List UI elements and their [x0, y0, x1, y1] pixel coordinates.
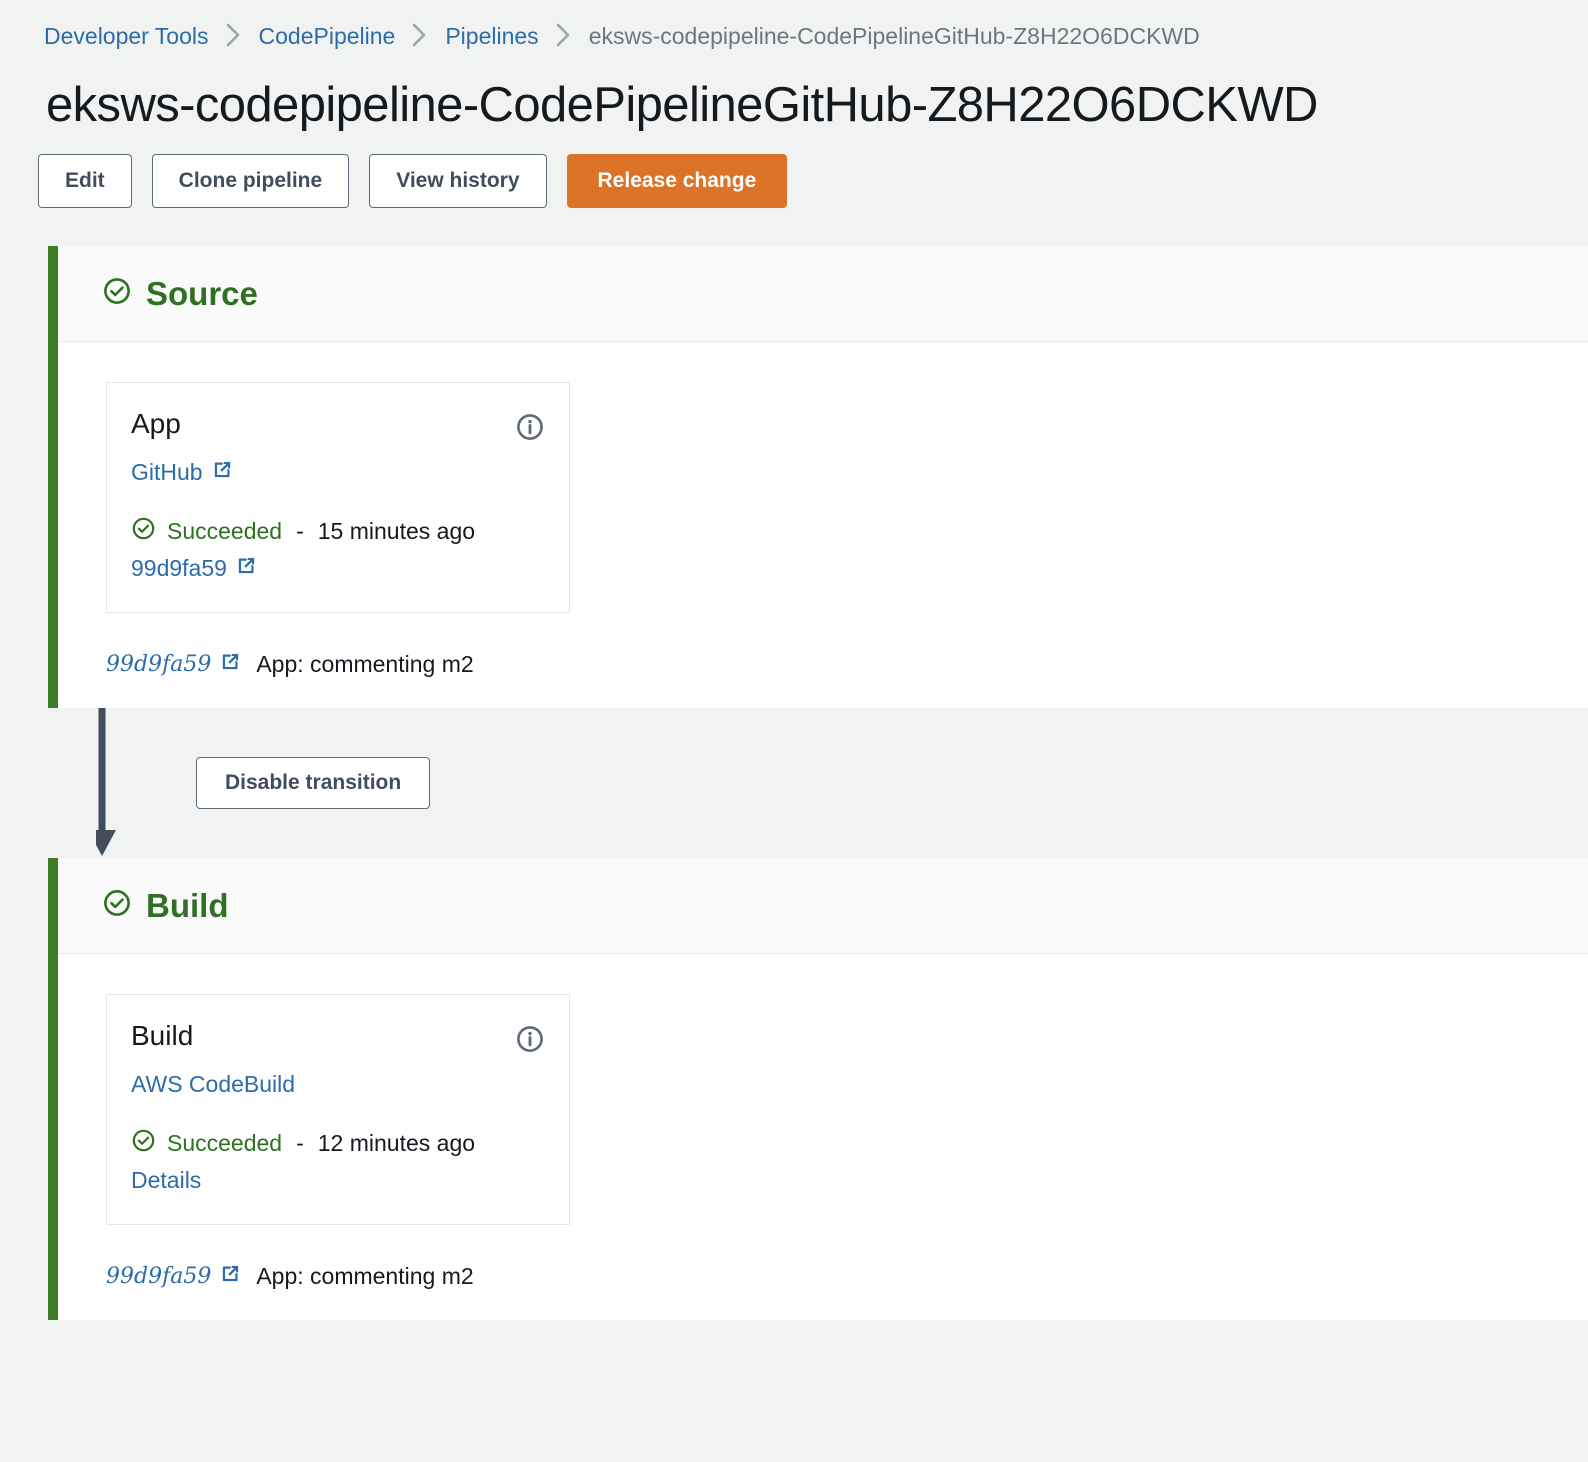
disable-transition-button[interactable]: Disable transition: [196, 756, 431, 809]
revision-message: App: commenting m2: [256, 650, 474, 677]
stage-source-header: Source: [58, 245, 1588, 342]
stage-build-title: Build: [146, 886, 229, 924]
action-status-time: 12 minutes ago: [317, 1129, 476, 1156]
external-link-icon: [220, 651, 241, 678]
action-card-header: App: [131, 407, 545, 447]
info-icon[interactable]: [515, 1024, 545, 1059]
page-title: eksws-codepipeline-CodePipelineGitHub-Z8…: [46, 78, 1318, 132]
action-status: Succeeded - 15 minutes ago: [131, 516, 545, 547]
stage-source-title: Source: [146, 274, 258, 312]
stage-source: Source App GitHub Succeeded - 15 minutes…: [48, 245, 1588, 708]
chevron-right-icon: [411, 22, 429, 48]
external-link-icon: [212, 459, 233, 486]
action-status-label: Succeeded: [167, 517, 283, 544]
release-change-button[interactable]: Release change: [566, 153, 788, 208]
edit-button[interactable]: Edit: [38, 153, 132, 208]
down-arrow-icon: [88, 707, 140, 863]
chevron-right-icon: [225, 22, 243, 48]
breadcrumb-item-codepipeline[interactable]: CodePipeline: [259, 23, 396, 50]
breadcrumb-item-pipelines[interactable]: Pipelines: [445, 23, 538, 50]
action-status-label: Succeeded: [167, 1129, 283, 1156]
action-status: Succeeded - 12 minutes ago: [131, 1128, 545, 1159]
pipeline-stages: Source App GitHub Succeeded - 15 minutes…: [0, 245, 1588, 1320]
clone-pipeline-button[interactable]: Clone pipeline: [151, 153, 350, 208]
stage-build: Build Build AWS CodeBuild Succeeded - 12…: [48, 857, 1588, 1320]
action-provider-label: AWS CodeBuild: [131, 1070, 296, 1097]
breadcrumb: Developer Tools CodePipeline Pipelines e…: [0, 0, 1588, 58]
action-status-separator: -: [296, 1129, 304, 1156]
stage-build-revision: 99d9fa59 App: commenting m2: [106, 1263, 1588, 1290]
action-name: App: [131, 407, 181, 439]
check-circle-icon: [131, 1128, 156, 1159]
check-circle-icon: [102, 276, 132, 311]
check-circle-icon: [131, 516, 156, 547]
action-card-app[interactable]: App GitHub Succeeded - 15 minutes ago 99…: [106, 381, 570, 613]
action-provider-label: GitHub: [131, 458, 203, 485]
stage-source-body: App GitHub Succeeded - 15 minutes ago 99…: [58, 341, 1588, 708]
action-card-build[interactable]: Build AWS CodeBuild Succeeded - 12 minut…: [106, 993, 570, 1225]
action-detail-link[interactable]: 99d9fa59: [131, 555, 257, 582]
chevron-right-icon: [555, 22, 573, 48]
action-name: Build: [131, 1019, 194, 1051]
action-detail-link-label: 99d9fa59: [131, 554, 227, 581]
breadcrumb-item-developer-tools[interactable]: Developer Tools: [44, 23, 209, 50]
check-circle-icon: [102, 888, 132, 923]
action-status-separator: -: [296, 517, 304, 544]
info-icon[interactable]: [515, 412, 545, 447]
action-provider-link[interactable]: AWS CodeBuild: [131, 1071, 295, 1098]
stage-source-revision: 99d9fa59 App: commenting m2: [106, 651, 1588, 678]
action-detail-link[interactable]: Details: [131, 1167, 201, 1194]
action-card-header: Build: [131, 1019, 545, 1059]
external-link-icon: [236, 555, 257, 582]
revision-hash-link[interactable]: 99d9fa59: [106, 1264, 211, 1289]
revision-message: App: commenting m2: [256, 1262, 474, 1289]
action-provider-link[interactable]: GitHub: [131, 459, 233, 486]
view-history-button[interactable]: View history: [369, 153, 547, 208]
external-link-icon: [220, 1263, 241, 1290]
stage-build-header: Build: [58, 857, 1588, 954]
revision-hash-link[interactable]: 99d9fa59: [106, 652, 211, 677]
pipeline-actions-toolbar: Edit Clone pipeline View history Release…: [38, 153, 1588, 208]
breadcrumb-item-current: eksws-codepipeline-CodePipelineGitHub-Z8…: [588, 22, 1200, 49]
stage-transition: Disable transition: [48, 707, 1588, 858]
stage-build-body: Build AWS CodeBuild Succeeded - 12 minut…: [58, 953, 1588, 1320]
action-detail-link-label: Details: [131, 1166, 202, 1193]
action-status-time: 15 minutes ago: [317, 517, 476, 544]
